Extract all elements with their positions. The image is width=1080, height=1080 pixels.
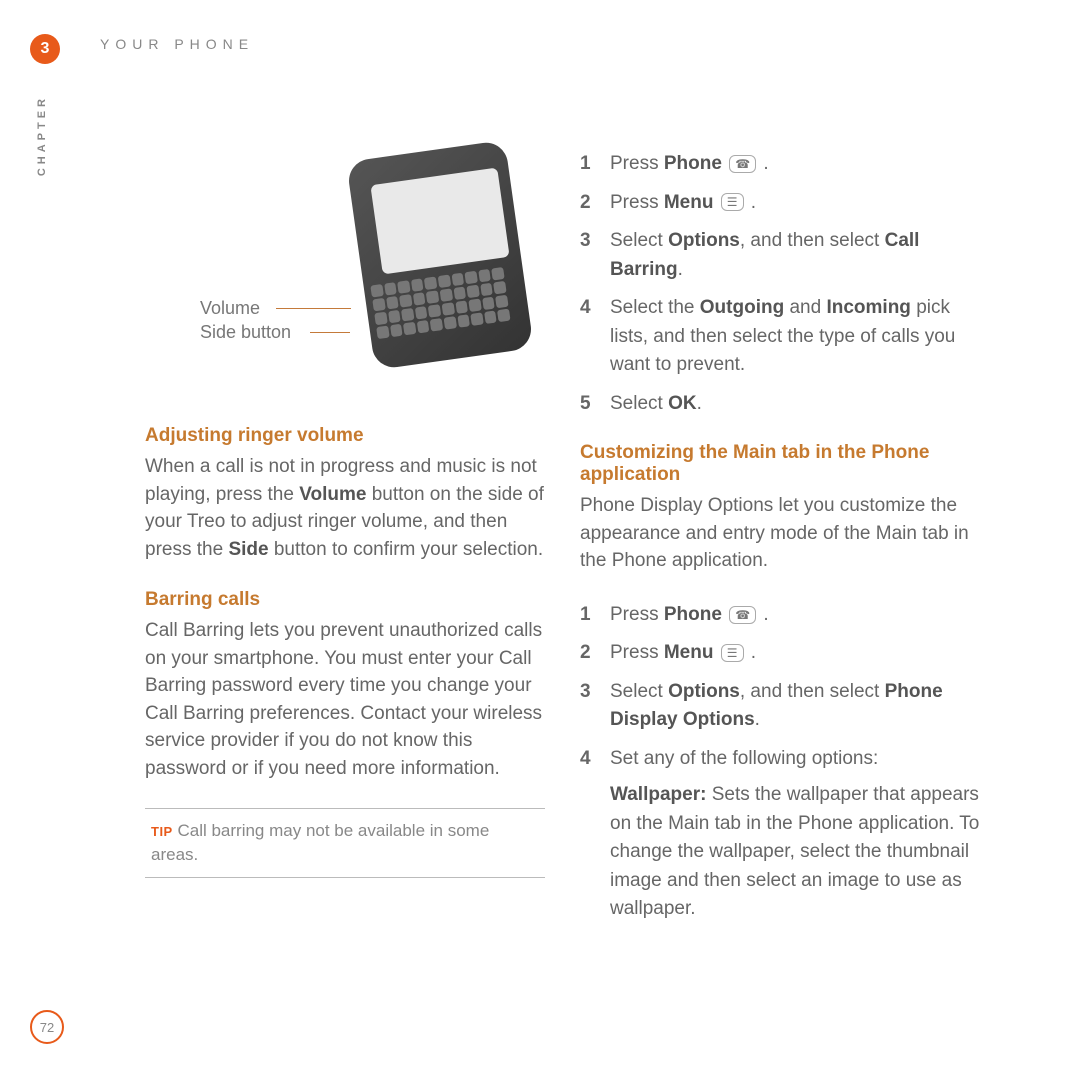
tip-label: TIP <box>151 824 173 839</box>
step: Press Phone . <box>580 601 980 630</box>
callout-side-button: Side button <box>200 322 291 343</box>
para-barring-calls: Call Barring lets you prevent unauthoriz… <box>145 617 545 782</box>
step: Set any of the following options: Wallpa… <box>580 745 980 924</box>
steps-phone-display: Press Phone . Press Menu . Select Option… <box>580 601 980 924</box>
tip-text: Call barring may not be available in som… <box>151 821 489 864</box>
left-column: Adjusting ringer volume When a call is n… <box>145 425 545 878</box>
para-phone-display-options: Phone Display Options let you customize … <box>580 492 980 575</box>
device-diagram: Volume Side button <box>200 150 520 380</box>
para-adjusting-ringer: When a call is not in progress and music… <box>145 453 545 563</box>
right-column: Press Phone . Press Menu . Select Option… <box>580 150 980 948</box>
phone-key-icon <box>729 155 756 173</box>
step: Press Menu . <box>580 189 980 218</box>
page-number: 72 <box>30 1010 64 1044</box>
steps-call-barring: Press Phone . Press Menu . Select Option… <box>580 150 980 418</box>
step: Select the Outgoing and Incoming pick li… <box>580 294 980 380</box>
device-illustration <box>360 150 520 360</box>
heading-customizing-main-tab: Customizing the Main tab in the Phone ap… <box>580 442 980 486</box>
heading-adjusting-ringer: Adjusting ringer volume <box>145 425 545 447</box>
step: Press Menu . <box>580 639 980 668</box>
heading-barring-calls: Barring calls <box>145 589 545 611</box>
phone-key-icon <box>729 606 756 624</box>
menu-key-icon <box>721 644 744 662</box>
menu-key-icon <box>721 193 744 211</box>
callout-volume: Volume <box>200 298 260 319</box>
step: Select Options, and then select Phone Di… <box>580 678 980 735</box>
chapter-vertical-label: CHAPTER <box>36 95 48 176</box>
step: Select Options, and then select Call Bar… <box>580 227 980 284</box>
tip-box: TIP Call barring may not be available in… <box>145 808 545 878</box>
step-subitem: Wallpaper: Sets the wallpaper that appea… <box>610 781 980 924</box>
step: Press Phone . <box>580 150 980 179</box>
running-header: YOUR PHONE <box>100 36 254 52</box>
step: Select OK. <box>580 390 980 419</box>
chapter-number-badge: 3 <box>30 34 60 64</box>
